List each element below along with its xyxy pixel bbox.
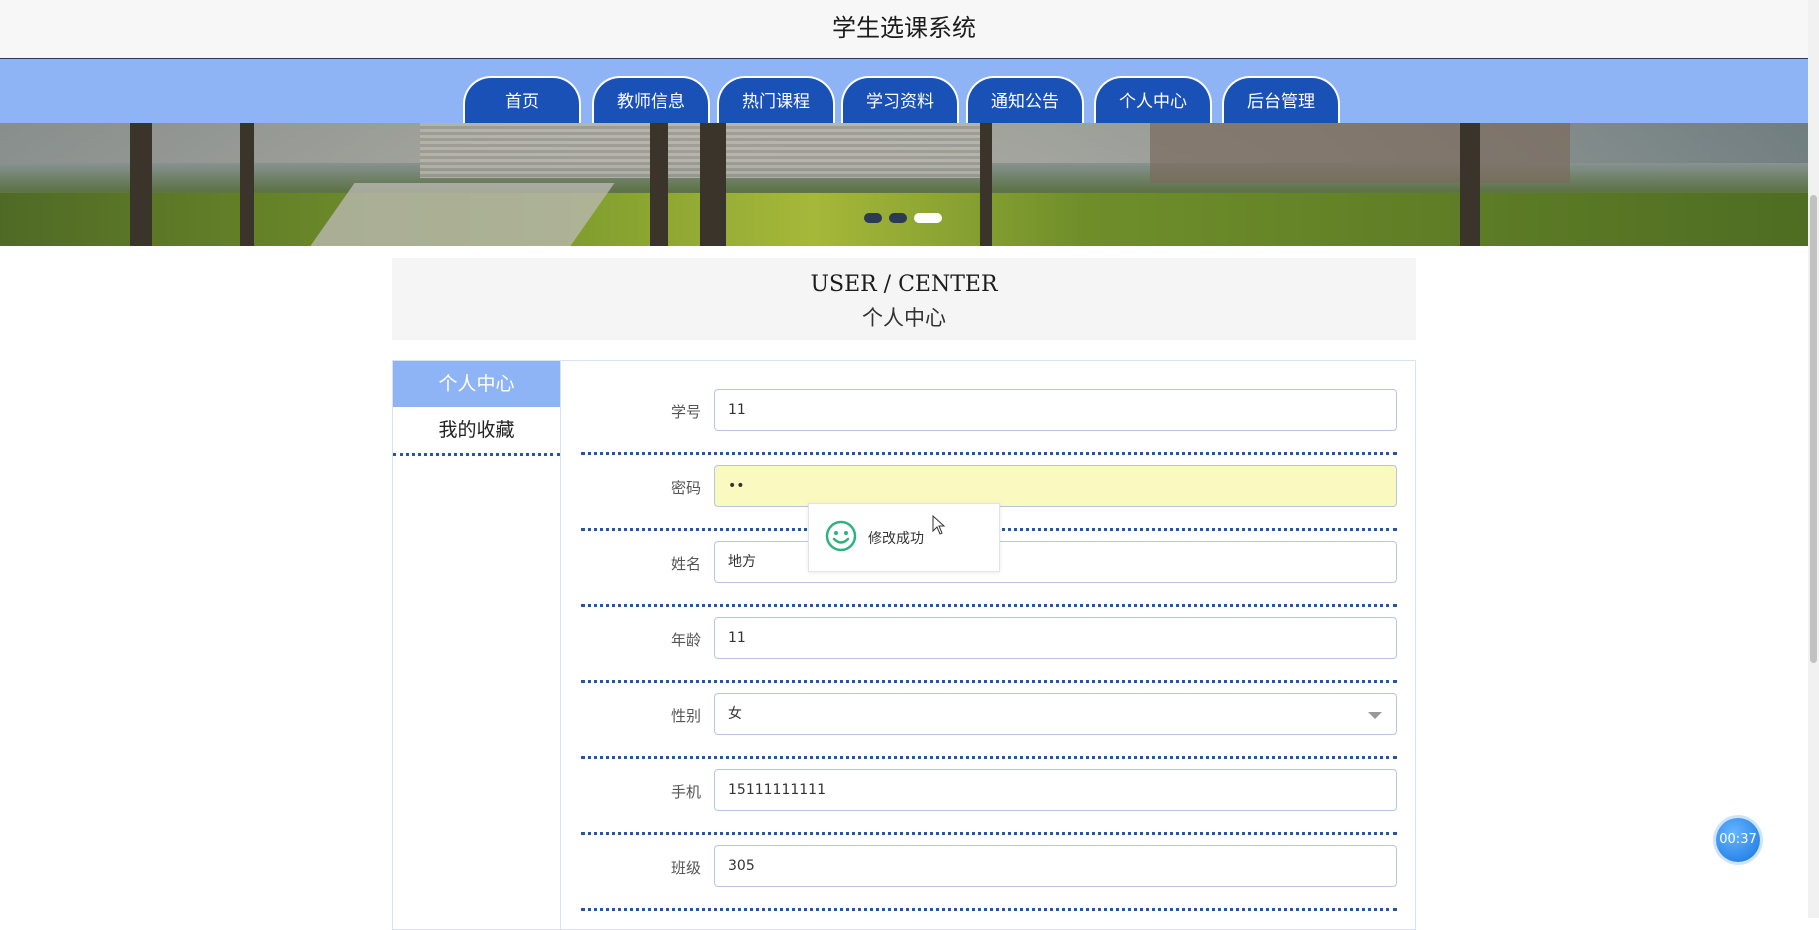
class-label: 班级 (670, 859, 701, 877)
carousel-dot-active[interactable] (914, 213, 942, 223)
nav-item-notices[interactable]: 通知公告 (966, 76, 1084, 123)
banner-tree (700, 123, 726, 246)
nav-item-teachers[interactable]: 教师信息 (592, 76, 710, 123)
banner-tree (240, 123, 254, 246)
gender-select-value: 女 (728, 706, 742, 722)
class-input[interactable]: 305 (714, 845, 1397, 887)
mouse-cursor-icon (932, 514, 946, 539)
sidebar-item-favorites[interactable]: 我的收藏 (393, 407, 560, 456)
carousel-dot[interactable] (864, 213, 882, 223)
toast-message: 修改成功 (868, 531, 924, 547)
site-header: 学生选课系统 (0, 0, 1808, 59)
password-input[interactable]: •• (714, 465, 1397, 507)
gender-label: 性别 (670, 707, 701, 725)
nav-item-admin[interactable]: 后台管理 (1222, 76, 1340, 123)
smile-icon (825, 520, 857, 556)
banner-tree (650, 123, 668, 246)
form-row-class: 班级 305 (581, 832, 1397, 911)
password-label: 密码 (670, 479, 701, 497)
sidebar-item-user-center[interactable]: 个人中心 (393, 361, 560, 407)
banner-tree (980, 123, 992, 246)
name-label: 姓名 (670, 555, 701, 573)
nav-item-hot-courses[interactable]: 热门课程 (717, 76, 835, 123)
banner-tree (130, 123, 152, 246)
nav-item-user-center[interactable]: 个人中心 (1094, 76, 1212, 123)
nav-item-materials[interactable]: 学习资料 (841, 76, 959, 123)
carousel-banner[interactable] (0, 123, 1808, 246)
main-nav: 首页 教师信息 热门课程 学习资料 通知公告 个人中心 后台管理 (0, 59, 1808, 123)
form-row-age: 年龄 11 (581, 604, 1397, 683)
success-toast: 修改成功 (808, 503, 1000, 572)
timer-badge[interactable]: 00:37 (1716, 818, 1760, 862)
phone-input[interactable]: 15111111111 (714, 769, 1397, 811)
student-id-input[interactable]: 11 (714, 389, 1397, 431)
gender-select[interactable]: 女 (714, 693, 1397, 735)
section-title-en: USER / CENTER (810, 272, 998, 297)
form-row-student-id: 学号 11 (581, 376, 1397, 455)
banner-path (305, 183, 615, 246)
section-heading: USER / CENTER 个人中心 (392, 258, 1416, 340)
scrollbar-thumb[interactable] (1810, 195, 1817, 663)
form-row-phone: 手机 15111111111 (581, 756, 1397, 835)
page-scrollbar[interactable] (1808, 0, 1819, 918)
sidebar: 个人中心 我的收藏 (393, 361, 561, 929)
carousel-dot[interactable] (889, 213, 907, 223)
nav-item-home[interactable]: 首页 (463, 76, 581, 123)
age-input[interactable]: 11 (714, 617, 1397, 659)
user-center-panel: 个人中心 我的收藏 学号 11 密码 •• 姓名 地方 年龄 11 性别 女 手… (392, 360, 1416, 930)
form-row-gender: 性别 女 (581, 680, 1397, 759)
site-title: 学生选课系统 (832, 14, 976, 42)
banner-building (1150, 123, 1570, 183)
student-id-label: 学号 (670, 403, 701, 421)
section-title-zh: 个人中心 (862, 306, 946, 330)
age-label: 年龄 (670, 631, 701, 649)
banner-tree (1460, 123, 1480, 246)
phone-label: 手机 (670, 783, 701, 801)
chevron-down-icon (1368, 712, 1382, 719)
